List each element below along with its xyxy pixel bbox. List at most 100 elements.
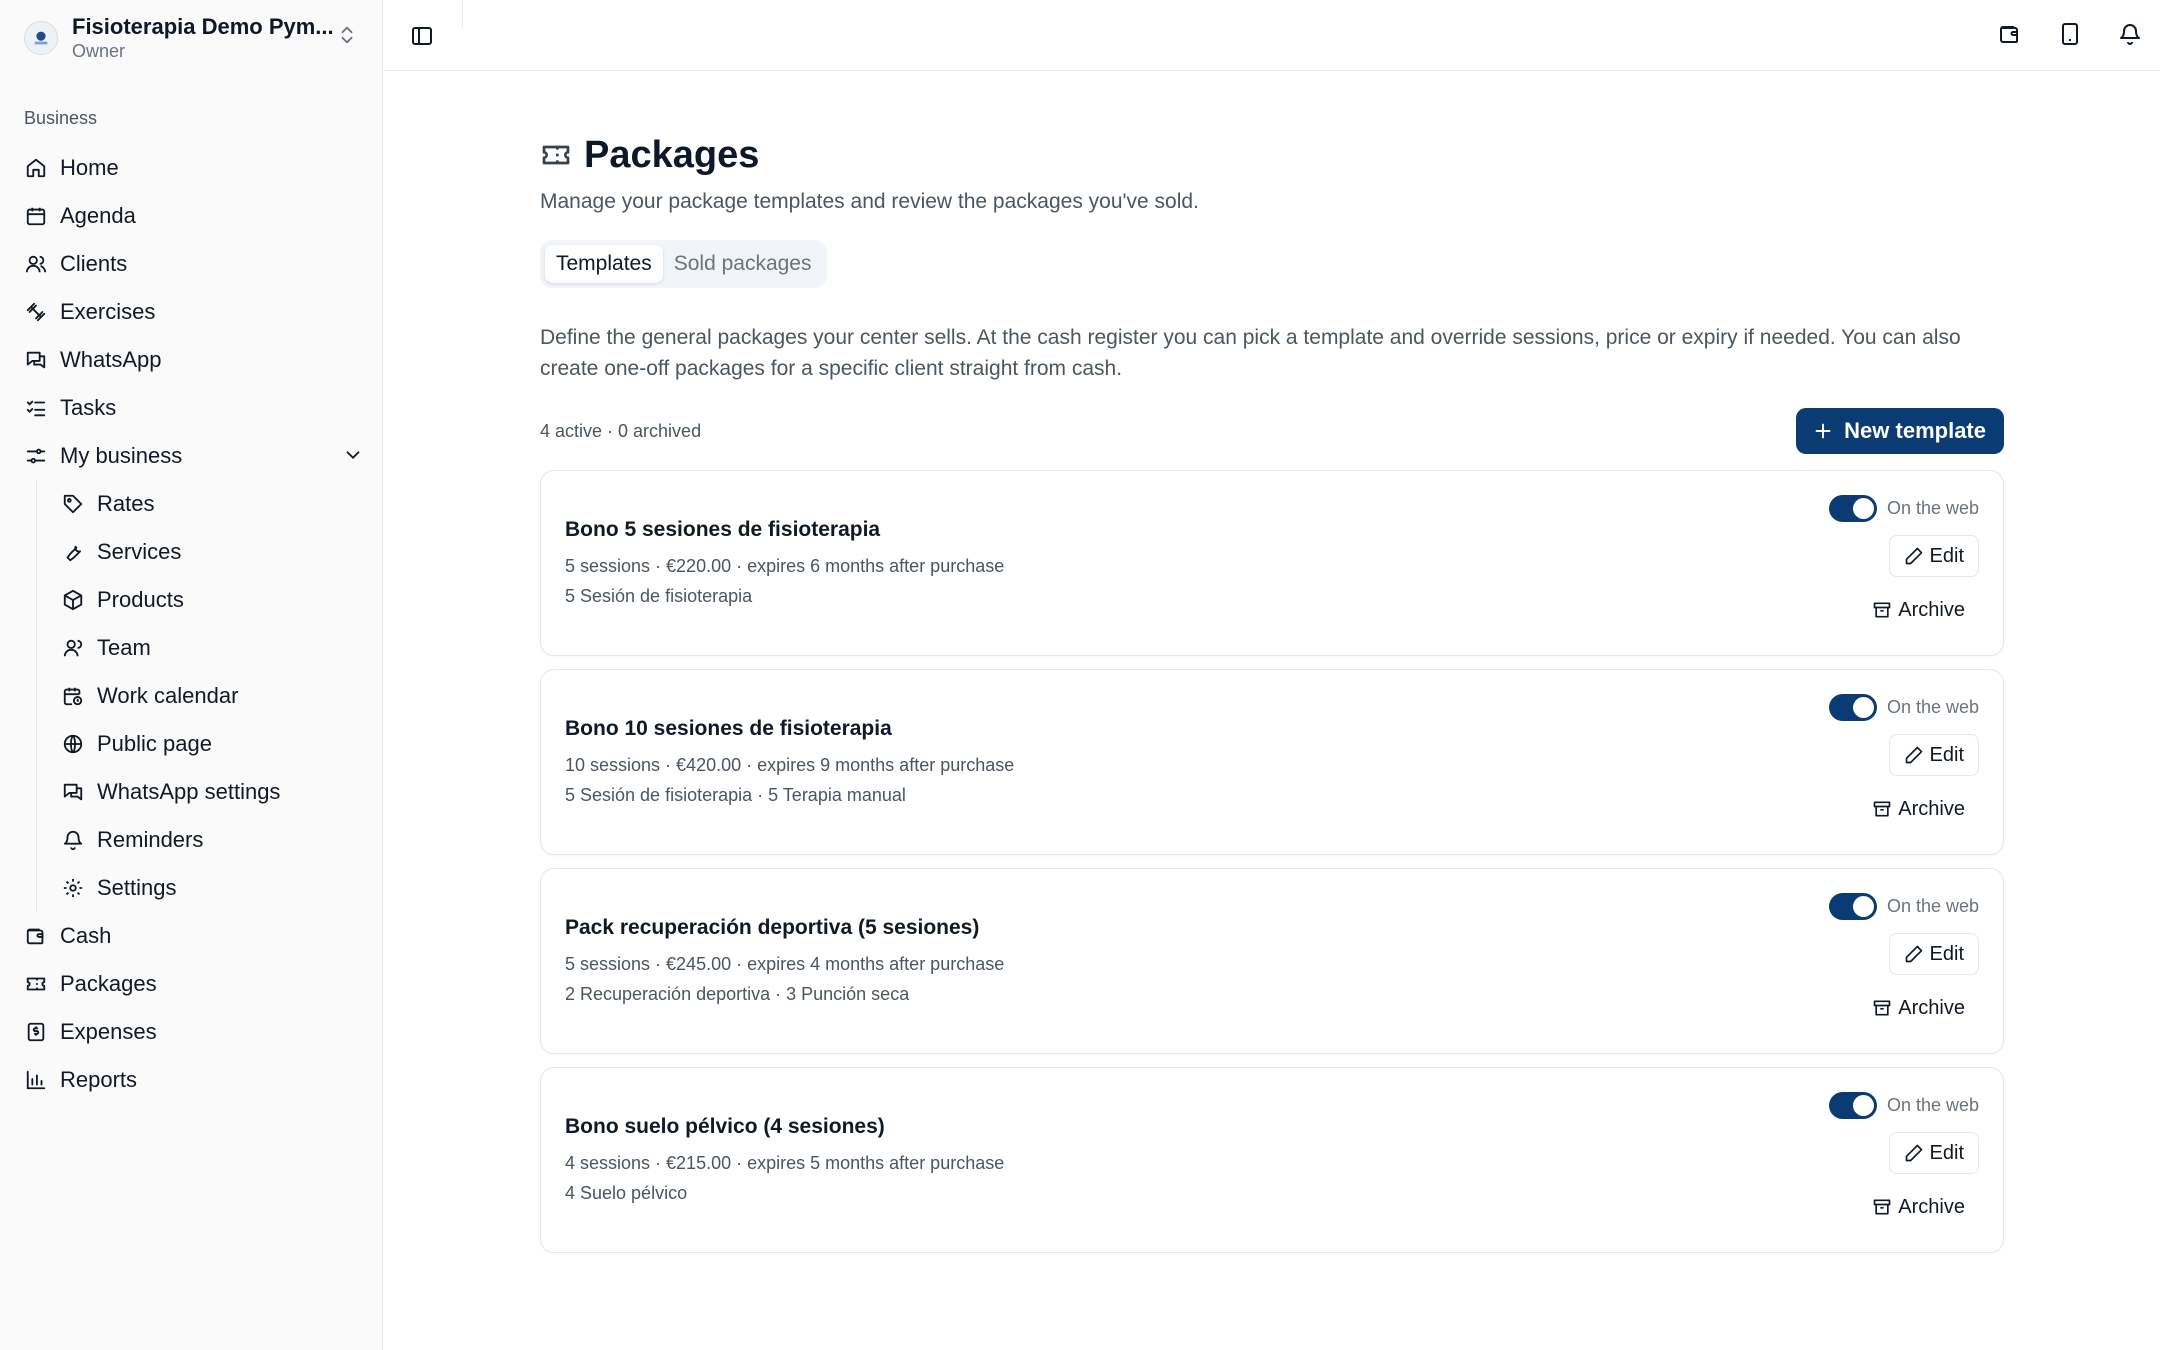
tablet-icon[interactable] (2040, 22, 2100, 46)
sidebar-item-label: Exercises (60, 299, 156, 324)
main-content: Packages Manage your package templates a… (540, 130, 2004, 1266)
edit-label: Edit (1929, 544, 1964, 567)
top-bar (384, 0, 2160, 71)
sidebar-item-label: Services (97, 539, 182, 564)
sidebar-nav: Home Agenda Clients Exercises WhatsApp T… (24, 144, 364, 1104)
edit-button[interactable]: Edit (1888, 535, 1979, 577)
sidebar-item-label: Clients (60, 251, 128, 276)
new-template-button[interactable]: New template (1796, 408, 2004, 454)
edit-button[interactable]: Edit (1888, 933, 1979, 975)
sidebar-item-tasks[interactable]: Tasks (24, 384, 364, 432)
template-name: Bono 10 sesiones de fisioterapia (565, 717, 892, 740)
sidebar-item-exercises[interactable]: Exercises (24, 288, 364, 336)
sidebar-item-whatsapp-settings[interactable]: WhatsApp settings (24, 768, 364, 816)
page-subtitle: Manage your package templates and review… (540, 190, 1199, 213)
on-web-label: On the web (1886, 697, 1979, 717)
wrench-icon (61, 540, 85, 564)
sidebar-item-cash[interactable]: Cash (24, 912, 364, 960)
edit-label: Edit (1929, 743, 1964, 766)
sidebar-item-label: Public page (97, 731, 212, 756)
archive-button[interactable]: Archive (1858, 788, 1979, 830)
list-checks-icon (24, 396, 48, 420)
on-web-toggle[interactable]: On the web (1828, 1092, 1979, 1119)
section-label-business: Business (24, 108, 98, 128)
sidebar-item-label: WhatsApp (60, 347, 162, 372)
template-services: 5 Sesión de fisioterapia (565, 586, 753, 606)
archive-button[interactable]: Archive (1858, 589, 1979, 631)
sidebar-item-label: Reminders (97, 827, 204, 852)
templates-count: 4 active · 0 archived (540, 420, 702, 441)
pencil-icon (1904, 944, 1924, 964)
calendar-icon (24, 204, 48, 228)
gear-icon (61, 876, 85, 900)
tag-icon (61, 492, 85, 516)
sidebar-item-label: Products (97, 587, 184, 612)
template-name: Bono suelo pélvico (4 sesiones) (565, 1115, 885, 1138)
sidebar-item-expenses[interactable]: Expenses (24, 1008, 364, 1056)
template-name: Bono 5 sesiones de fisioterapia (565, 518, 881, 541)
template-card: Bono suelo pélvico (4 sesiones) 4 sessio… (540, 1067, 2004, 1253)
edit-label: Edit (1929, 942, 1964, 965)
sidebar-item-reminders[interactable]: Reminders (24, 816, 364, 864)
tab-templates[interactable]: Templates (545, 245, 663, 283)
archive-icon (1872, 799, 1892, 819)
sidebar-item-clients[interactable]: Clients (24, 240, 364, 288)
edit-button[interactable]: Edit (1888, 734, 1979, 776)
org-switcher[interactable]: Fisioterapia Demo Pym... Owner (24, 14, 364, 62)
archive-button[interactable]: Archive (1858, 987, 1979, 1029)
sidebar-item-whatsapp[interactable]: WhatsApp (24, 336, 364, 384)
toggle-switch[interactable] (1828, 694, 1877, 721)
sidebar-item-label: WhatsApp settings (97, 779, 281, 804)
chat-icon (61, 780, 85, 804)
sidebar-item-settings[interactable]: Settings (24, 864, 364, 912)
template-meta: 4 sessions · €215.00 · expires 5 months … (565, 1153, 1005, 1173)
bar-chart-icon (24, 1068, 48, 1092)
template-meta: 5 sessions · €220.00 · expires 6 months … (565, 556, 1005, 576)
sidebar-item-home[interactable]: Home (24, 144, 364, 192)
toggle-switch[interactable] (1828, 893, 1877, 920)
sidebar-item-label: Work calendar (97, 683, 239, 708)
sidebar-item-label: Reports (60, 1067, 138, 1092)
template-card: Pack recuperación deportiva (5 sesiones)… (540, 868, 2004, 1054)
dumbbell-icon (24, 300, 48, 324)
sidebar-item-my-business[interactable]: My business (24, 432, 364, 480)
sidebar-item-team[interactable]: Team (24, 624, 364, 672)
sidebar-item-public-page[interactable]: Public page (24, 720, 364, 768)
box-icon (61, 588, 85, 612)
page-header: Packages (540, 130, 2004, 180)
archive-label: Archive (1898, 996, 1965, 1019)
receipt-icon (24, 1020, 48, 1044)
on-web-label: On the web (1886, 498, 1979, 518)
org-name: Fisioterapia Demo Pym... (72, 14, 334, 39)
archive-label: Archive (1898, 1195, 1965, 1218)
on-web-toggle[interactable]: On the web (1828, 893, 1979, 920)
sidebar-item-packages[interactable]: Packages (24, 960, 364, 1008)
template-services: 2 Recuperación deportiva · 3 Punción sec… (565, 984, 910, 1004)
on-web-label: On the web (1886, 1095, 1979, 1115)
chevron-down-icon[interactable] (342, 444, 364, 472)
edit-button[interactable]: Edit (1888, 1132, 1979, 1174)
sidebar-item-rates[interactable]: Rates (24, 480, 364, 528)
archive-button[interactable]: Archive (1858, 1186, 1979, 1228)
home-icon (24, 156, 48, 180)
sidebar-item-work-calendar[interactable]: Work calendar (24, 672, 364, 720)
top-actions (1980, 22, 2160, 46)
calendar-clock-icon (61, 684, 85, 708)
globe-icon (61, 732, 85, 756)
archive-icon (1872, 998, 1892, 1018)
on-web-toggle[interactable]: On the web (1828, 495, 1979, 522)
sidebar-item-services[interactable]: Services (24, 528, 364, 576)
wallet-icon[interactable] (1980, 22, 2040, 46)
sidebar-item-agenda[interactable]: Agenda (24, 192, 364, 240)
tab-sold-packages[interactable]: Sold packages (663, 245, 823, 283)
on-web-toggle[interactable]: On the web (1828, 694, 1979, 721)
toggle-switch[interactable] (1828, 1092, 1877, 1119)
archive-label: Archive (1898, 598, 1965, 621)
bell-icon[interactable] (2100, 22, 2160, 46)
sidebar: Fisioterapia Demo Pym... Owner Business … (0, 0, 383, 1350)
sidebar-item-products[interactable]: Products (24, 576, 364, 624)
template-card: Bono 5 sesiones de fisioterapia 5 sessio… (540, 470, 2004, 656)
toggle-switch[interactable] (1828, 495, 1877, 522)
sidebar-item-reports[interactable]: Reports (24, 1056, 364, 1104)
sidebar-toggle-icon[interactable] (410, 24, 434, 53)
